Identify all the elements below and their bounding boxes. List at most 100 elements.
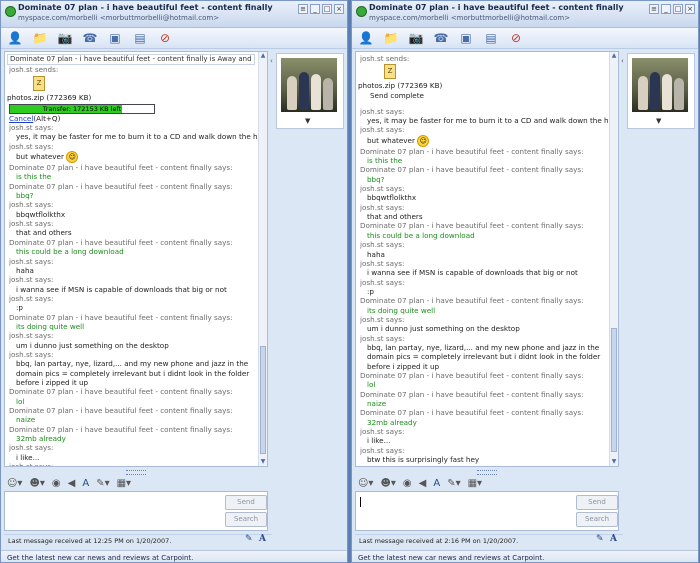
resize-grip[interactable] (477, 470, 497, 475)
text-color-icon[interactable]: ✎▾ (96, 478, 109, 490)
nudge-icon[interactable]: ◀ (68, 478, 76, 490)
maximize-icon[interactable]: □ (322, 4, 332, 14)
send-button[interactable]: Send (576, 495, 618, 510)
close-icon[interactable]: × (685, 4, 695, 14)
scrollbar[interactable]: ▲ ▼ (258, 52, 267, 466)
minimize-icon[interactable]: _ (310, 4, 320, 14)
message-body: naize (367, 399, 387, 408)
conversation-history[interactable]: Dominate 07 plan - i have beautiful feet… (4, 51, 268, 467)
font-icon[interactable]: A (82, 478, 89, 490)
close-icon[interactable]: × (334, 4, 344, 14)
side-panel-toggle-icon[interactable]: ‹ (698, 57, 699, 65)
picture-dropdown-icon[interactable]: ▼ (305, 117, 310, 125)
formatting-toolbar: ☺▾ ☻▾ ◉ ◀ A ✎▾ ▦▾ (355, 477, 622, 491)
title-bar: Dominate 07 plan - i have beautiful feet… (352, 1, 698, 28)
search-button[interactable]: Search (225, 512, 267, 527)
scroll-up-icon[interactable]: ▲ (259, 52, 267, 60)
display-picture[interactable] (632, 58, 688, 112)
scroll-down-icon[interactable]: ▼ (259, 458, 267, 466)
webcam-icon[interactable]: 📷 (406, 30, 426, 46)
voice-clip-icon[interactable]: ◉ (52, 478, 61, 490)
text-cursor (360, 497, 361, 507)
message-body: yes, it may be faster for me to burn it … (367, 116, 615, 126)
background-icon[interactable]: ▦▾ (117, 478, 131, 490)
zip-file-icon: Z (33, 75, 45, 91)
laughing-emoticon-icon: ☺ (417, 134, 430, 147)
minimize-icon[interactable]: _ (661, 4, 671, 14)
call-icon[interactable]: ☎ (80, 30, 100, 46)
ad-banner[interactable]: Get the latest new car news and reviews … (1, 550, 347, 562)
block-icon[interactable]: ⊘ (155, 30, 175, 46)
message-input[interactable]: Send Search (4, 491, 268, 531)
scrollbar[interactable]: ▲ ▼ (609, 52, 618, 466)
message-text: this could be a long download (360, 231, 618, 240)
ad-banner[interactable]: Get the latest new car news and reviews … (352, 550, 698, 562)
send-button[interactable]: Send (225, 495, 267, 510)
message-body: bbq? (367, 174, 385, 184)
message-speaker: josh.st says: (9, 256, 54, 266)
file-name: photos.zip (772369 KB) (7, 92, 92, 102)
font-style-icon[interactable]: A (610, 534, 617, 544)
menu-icon[interactable]: ≡ (298, 4, 308, 14)
file-transfer: Z (384, 63, 618, 81)
message-text: is this the (360, 156, 618, 165)
message-speaker: josh.st says: (9, 275, 54, 285)
message-text: that and others (9, 228, 267, 237)
collapse-panel-icon[interactable]: ‹ (621, 57, 626, 65)
emoticon-icon[interactable]: ☺▾ (358, 478, 373, 490)
pen-icon[interactable]: ✎ (596, 534, 604, 544)
message-speaker: josh.st says: (9, 219, 54, 229)
menu-icon[interactable]: ≡ (649, 4, 659, 14)
font-style-icon[interactable]: A (259, 534, 266, 544)
send-complete: Send complete (370, 91, 424, 101)
activities-icon[interactable]: ▤ (130, 30, 150, 46)
title-bar: Dominate 07 plan - i have beautiful feet… (1, 1, 347, 28)
nudge-icon[interactable]: ◀ (419, 478, 427, 490)
pen-icon[interactable]: ✎ (245, 534, 253, 544)
scroll-up-icon[interactable]: ▲ (610, 52, 618, 60)
message-input[interactable]: Send Search (355, 491, 619, 531)
font-icon[interactable]: A (433, 478, 440, 490)
message-speaker: josh.st says: (360, 427, 405, 437)
message-speaker: Dominate 07 plan - i have beautiful feet… (9, 312, 233, 322)
collapse-panel-icon[interactable]: ‹ (270, 57, 275, 65)
maximize-icon[interactable]: □ (673, 4, 683, 14)
emoticon-icon[interactable]: ☺▾ (7, 478, 22, 490)
message-speaker: Dominate 07 plan - i have beautiful feet… (360, 296, 584, 306)
wink-icon[interactable]: ☻▾ (29, 478, 44, 490)
message-speaker: josh.st says: (9, 141, 54, 151)
message-body: lol (367, 380, 376, 390)
background-icon[interactable]: ▦▾ (468, 478, 482, 490)
activities-icon[interactable]: ▤ (481, 30, 501, 46)
resize-grip[interactable] (126, 470, 146, 475)
scrollbar-thumb[interactable] (260, 346, 266, 454)
voice-clip-icon[interactable]: ◉ (403, 478, 412, 490)
text-color-icon[interactable]: ✎▾ (447, 478, 460, 490)
message-speaker: josh.st says: (360, 202, 405, 212)
share-folder-icon[interactable]: ▣ (456, 30, 476, 46)
message-text: um i dunno just something on the desktop (9, 341, 267, 350)
message-speaker: josh.st says: (360, 314, 405, 324)
message-text: i like... (9, 453, 267, 462)
scroll-down-icon[interactable]: ▼ (610, 458, 618, 466)
message-text: i wanna see if MSN is capable of downloa… (360, 268, 618, 277)
invite-contact-icon[interactable]: 👤 (5, 30, 25, 46)
display-picture[interactable] (281, 58, 337, 112)
conversation-history[interactable]: josh.st sends: Z photos.zip (772369 KB) … (355, 51, 619, 467)
message-body: :p (16, 303, 23, 313)
block-icon[interactable]: ⊘ (506, 30, 526, 46)
toolbar: 👤 📁 📷 ☎ ▣ ▤ ⊘ (352, 28, 698, 49)
send-files-icon[interactable]: 📁 (30, 30, 50, 46)
cancel-link[interactable]: Cancel (9, 114, 33, 123)
message-text: but whatever ☺ (360, 134, 618, 147)
invite-contact-icon[interactable]: 👤 (356, 30, 376, 46)
share-folder-icon[interactable]: ▣ (105, 30, 125, 46)
scrollbar-thumb[interactable] (611, 328, 617, 452)
webcam-icon[interactable]: 📷 (55, 30, 75, 46)
send-files-icon[interactable]: 📁 (381, 30, 401, 46)
search-button[interactable]: Search (576, 512, 618, 527)
wink-icon[interactable]: ☻▾ (380, 478, 395, 490)
call-icon[interactable]: ☎ (431, 30, 451, 46)
message-speaker: josh.st says: (360, 277, 405, 287)
picture-dropdown-icon[interactable]: ▼ (656, 117, 661, 125)
